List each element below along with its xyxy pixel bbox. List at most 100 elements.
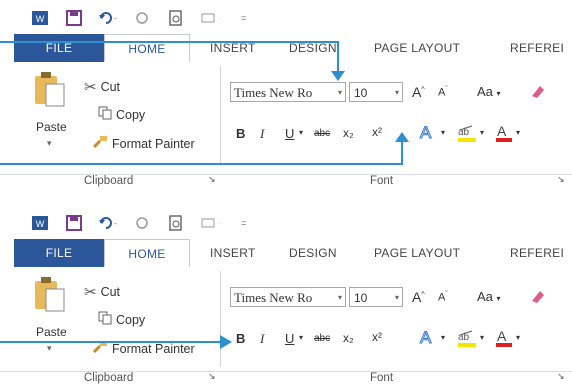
chevron-down-icon[interactable]: ▾ (299, 333, 303, 342)
dialog-launcher-icon[interactable]: ↘ (208, 371, 216, 382)
tab-references[interactable]: REFEREI (510, 239, 564, 267)
tab-insert[interactable]: INSERT (210, 34, 256, 62)
annotation-arrow-line (337, 41, 339, 73)
chevron-down-icon[interactable]: ▾ (395, 288, 399, 308)
ribbon-home: Paste ▾ ✂ Cut Copy Format Painter Times … (0, 267, 572, 371)
cut-button[interactable]: ✂ Cut (84, 283, 120, 301)
change-case-button[interactable]: Aa ▾ (477, 84, 501, 99)
redo-icon[interactable] (132, 8, 152, 28)
clear-formatting-icon[interactable] (528, 287, 546, 308)
group-separator (220, 66, 221, 166)
subscript-button[interactable]: x₂ (343, 331, 354, 345)
copy-button[interactable]: Copy (98, 311, 145, 328)
clipboard-group-label: Clipboard (84, 175, 134, 187)
save-icon[interactable] (64, 8, 84, 28)
paste-dropdown-icon[interactable]: ▾ (47, 138, 52, 149)
dialog-launcher-icon[interactable]: ↘ (557, 371, 565, 382)
tab-design[interactable]: DESIGN (289, 239, 337, 267)
tab-home[interactable]: HOME (104, 239, 190, 267)
shrink-font-button[interactable]: Aˇ (438, 291, 448, 304)
highlight-color-icon[interactable]: ab (456, 327, 478, 352)
strikethrough-button[interactable]: abc (314, 333, 330, 344)
text-effects-icon[interactable]: A (418, 327, 440, 350)
svg-text:-: - (114, 219, 117, 228)
chevron-down-icon[interactable]: ▾ (395, 83, 399, 103)
chevron-down-icon[interactable]: ▾ (299, 128, 303, 137)
font-name-value: Times New Ro (234, 290, 313, 305)
underline-button[interactable]: U (285, 331, 294, 346)
font-name-value: Times New Ro (234, 85, 313, 100)
redo-icon[interactable] (132, 213, 152, 233)
format-painter-label: Format Painter (112, 341, 195, 356)
tab-page-layout[interactable]: PAGE LAYOUT (374, 239, 460, 267)
underline-button[interactable]: U (285, 126, 294, 141)
touch-mode-icon[interactable]: - (200, 213, 220, 233)
ribbon-tabs: FILE HOME INSERT DESIGN PAGE LAYOUT REFE… (0, 34, 572, 63)
tab-file[interactable]: FILE (14, 239, 104, 267)
bold-button[interactable]: B (236, 331, 245, 346)
clear-formatting-icon[interactable] (528, 82, 546, 103)
save-icon[interactable] (64, 213, 84, 233)
copy-button[interactable]: Copy (98, 106, 145, 123)
svg-text:W: W (36, 14, 45, 24)
bold-button[interactable]: B (236, 126, 245, 141)
tab-page-layout[interactable]: PAGE LAYOUT (374, 34, 460, 62)
print-preview-icon[interactable] (166, 8, 186, 28)
format-painter-button[interactable]: Format Painter (92, 135, 195, 152)
tab-design[interactable]: DESIGN (289, 34, 337, 62)
annotation-arrow-line (0, 41, 338, 43)
cut-button[interactable]: ✂ Cut (84, 78, 120, 96)
cut-label: Cut (100, 80, 121, 94)
chevron-down-icon[interactable]: ▾ (338, 288, 342, 308)
font-color-icon[interactable]: A (494, 327, 514, 352)
word-app-icon: W (30, 213, 50, 233)
touch-mode-icon[interactable]: - (200, 8, 220, 28)
chevron-down-icon[interactable]: ▾ (480, 333, 484, 342)
arrow-down-icon (331, 71, 345, 81)
italic-button[interactable]: I (260, 126, 264, 142)
grow-font-button[interactable]: A^ (412, 84, 425, 100)
customize-qat-icon[interactable]: = (234, 8, 254, 28)
change-case-button[interactable]: Aa ▾ (477, 289, 501, 304)
paste-dropdown-icon[interactable]: ▾ (47, 343, 52, 354)
svg-text:-: - (219, 14, 220, 23)
italic-button[interactable]: I (260, 331, 264, 347)
scissors-icon: ✂ (84, 284, 97, 301)
grow-font-label: A (412, 289, 422, 305)
svg-text:-: - (114, 14, 117, 23)
ribbon-screenshot-top: W - - = FILE HOME INSERT DESIGN PAGE LAY… (0, 0, 572, 190)
chevron-down-icon[interactable]: ▾ (480, 128, 484, 137)
superscript-button[interactable]: x² (372, 125, 382, 139)
tab-insert[interactable]: INSERT (210, 239, 256, 267)
paste-label: Paste (36, 120, 67, 134)
highlight-color-icon[interactable]: ab (456, 122, 478, 147)
annotation-arrow-line (0, 341, 222, 343)
font-name-combobox[interactable]: Times New Ro ▾ (230, 82, 346, 102)
tab-file[interactable]: FILE (14, 34, 104, 62)
font-size-combobox[interactable]: 10 ▾ (349, 287, 403, 307)
text-effects-icon[interactable]: A (418, 122, 440, 145)
grow-font-button[interactable]: A^ (412, 289, 425, 305)
chevron-down-icon[interactable]: ▾ (516, 128, 520, 137)
chevron-down-icon[interactable]: ▾ (441, 128, 445, 137)
superscript-button[interactable]: x² (372, 330, 382, 344)
customize-qat-icon[interactable]: = (234, 213, 254, 233)
chevron-down-icon[interactable]: ▾ (516, 333, 520, 342)
font-size-combobox[interactable]: 10 ▾ (349, 82, 403, 102)
tab-home[interactable]: HOME (104, 34, 190, 62)
shrink-font-button[interactable]: Aˇ (438, 86, 448, 99)
chevron-down-icon[interactable]: ▾ (338, 83, 342, 103)
font-color-icon[interactable]: A (494, 122, 514, 147)
subscript-button[interactable]: x₂ (343, 126, 354, 140)
undo-icon[interactable]: - (98, 213, 118, 233)
undo-icon[interactable]: - (98, 8, 118, 28)
font-name-combobox[interactable]: Times New Ro ▾ (230, 287, 346, 307)
chevron-down-icon[interactable]: ▾ (441, 333, 445, 342)
annotation-arrow-line (401, 140, 403, 165)
strikethrough-button[interactable]: abc (314, 128, 330, 139)
dialog-launcher-icon[interactable]: ↘ (208, 174, 216, 185)
dialog-launcher-icon[interactable]: ↘ (557, 174, 565, 185)
tab-references[interactable]: REFEREI (510, 34, 564, 62)
ribbon-home: Paste ▾ ✂ Cut Copy Format Painter Times … (0, 62, 572, 174)
print-preview-icon[interactable] (166, 213, 186, 233)
